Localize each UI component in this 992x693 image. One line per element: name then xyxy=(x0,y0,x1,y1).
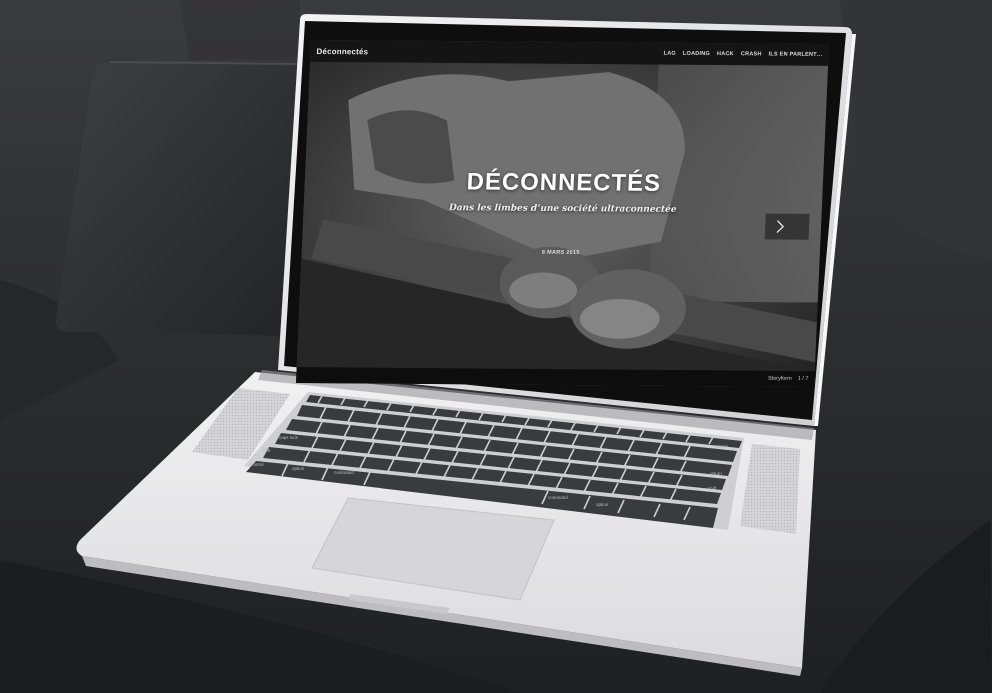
nav-item-lag[interactable]: LAG xyxy=(663,51,676,57)
site-brand[interactable]: Déconnectés xyxy=(316,47,368,56)
key-caps-lock[interactable]: caps lock xyxy=(279,435,298,440)
storyform-credit[interactable]: Storyform xyxy=(768,376,792,382)
next-slide-button[interactable] xyxy=(764,213,810,240)
key-shift-left[interactable]: shift xyxy=(262,448,270,453)
key-shift-right[interactable]: shift xyxy=(708,486,716,491)
chevron-right-icon xyxy=(776,220,785,234)
key-command-left[interactable]: command xyxy=(334,470,354,475)
nav-item-ils-en-parlent[interactable]: ILS EN PARLENT… xyxy=(768,51,822,57)
page-indicator: 1 / 7 xyxy=(797,375,809,382)
key-option-right[interactable]: option xyxy=(596,502,608,507)
site-nav: LAG LOADING HACK CRASH ILS EN PARLENT… xyxy=(663,51,822,58)
key-option-left[interactable]: option xyxy=(292,466,304,471)
nav-item-hack[interactable]: HACK xyxy=(717,51,734,57)
key-delete[interactable]: delete xyxy=(716,444,728,449)
laptop-screen: Déconnectés LAG LOADING HACK CRASH ILS E… xyxy=(295,40,830,388)
key-return[interactable]: return xyxy=(710,471,722,476)
site-header: Déconnectés LAG LOADING HACK CRASH ILS E… xyxy=(310,40,830,66)
key-control[interactable]: control xyxy=(250,462,264,467)
nav-item-loading[interactable]: LOADING xyxy=(683,51,710,57)
key-command-right[interactable]: command xyxy=(548,495,568,500)
scene: caps lock shift control option command c… xyxy=(0,0,992,693)
hero-title: DÉCONNECTÉS xyxy=(466,168,662,197)
nav-item-crash[interactable]: CRASH xyxy=(741,51,762,57)
